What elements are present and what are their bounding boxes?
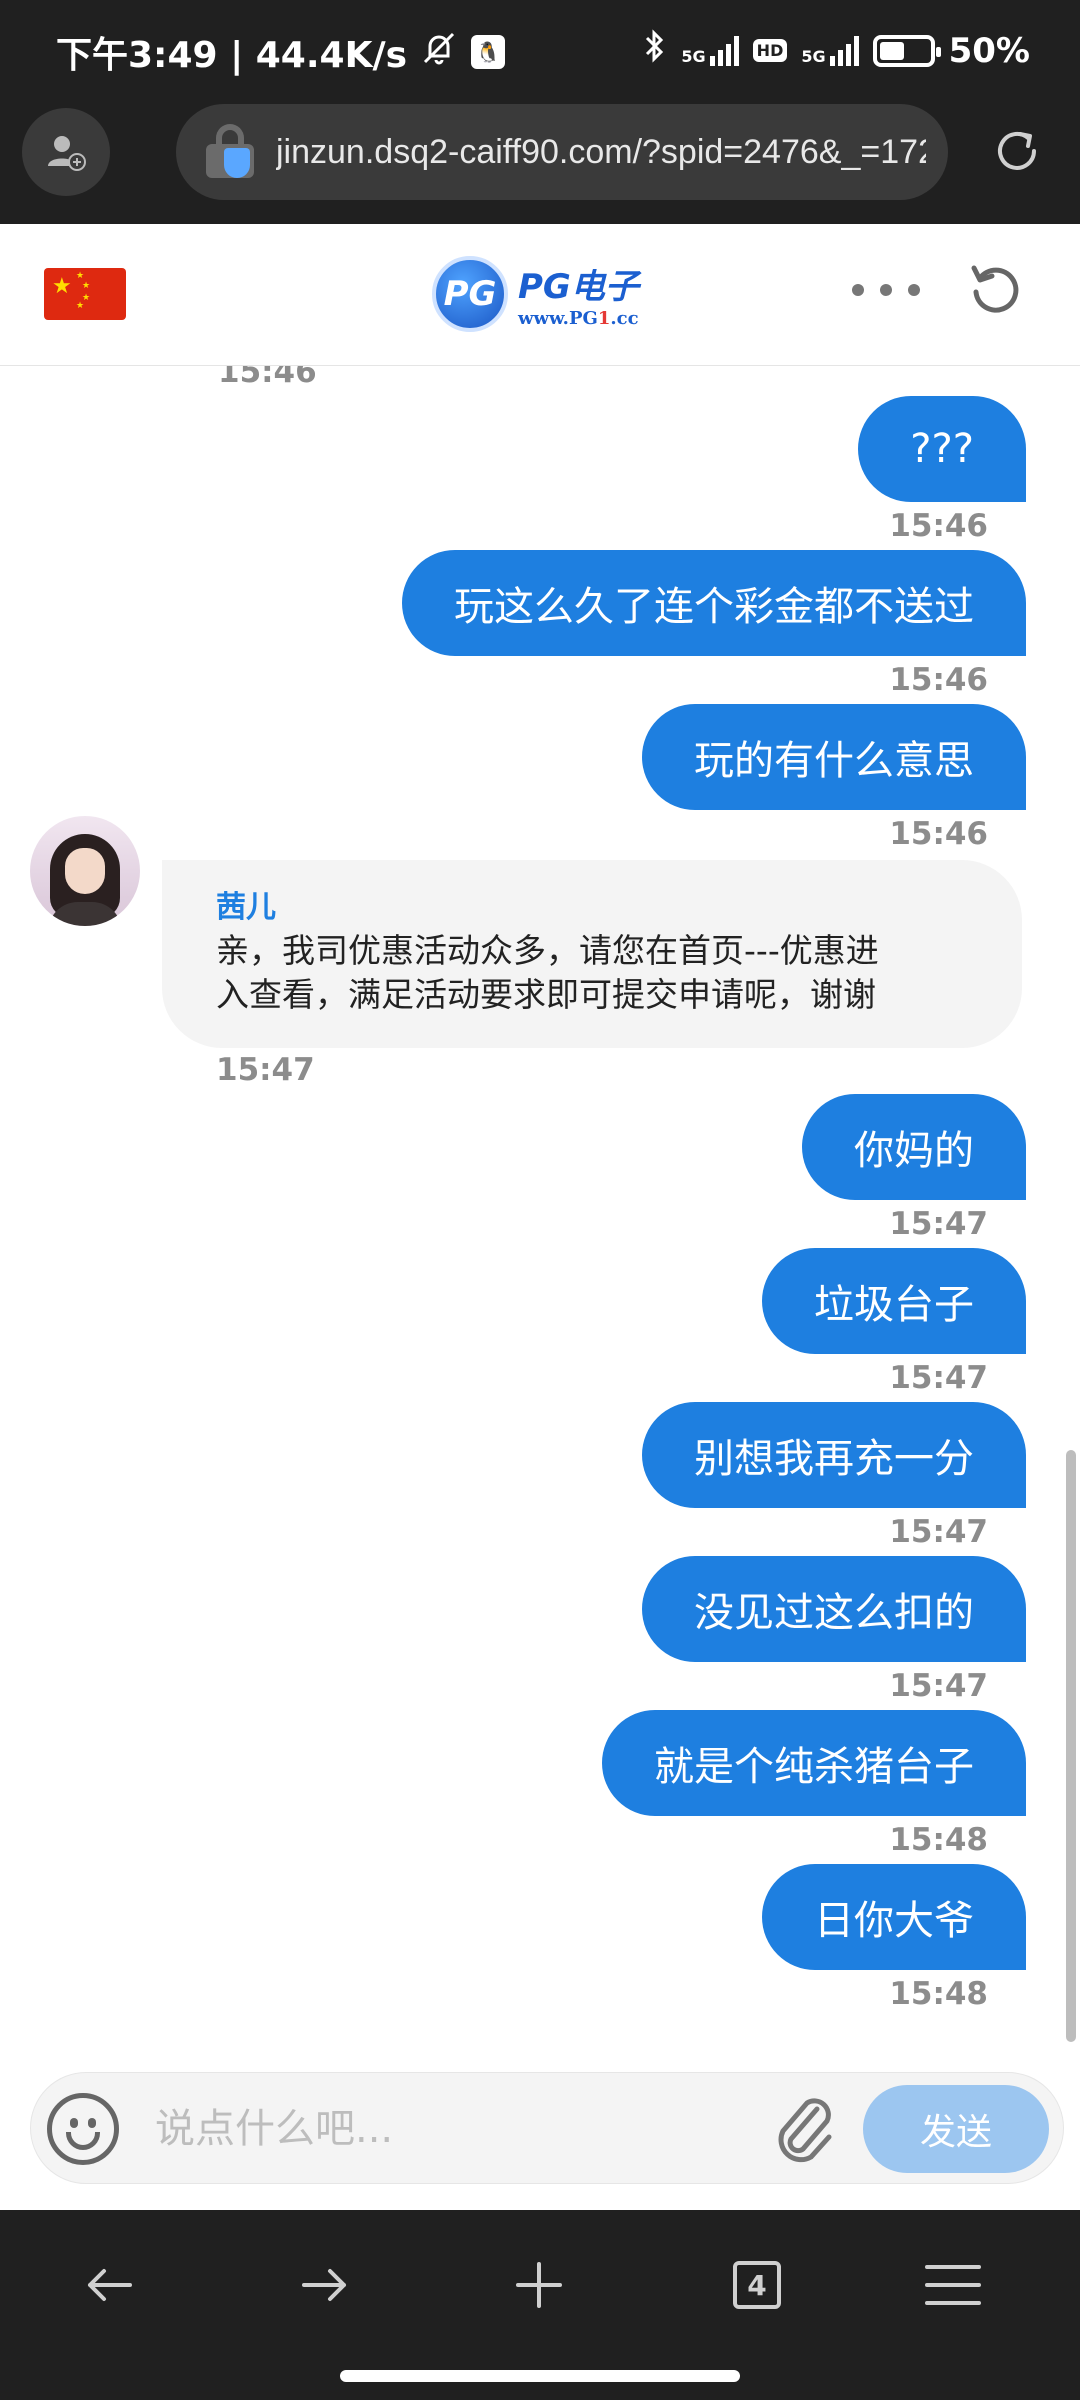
message-time: 15:47 bbox=[889, 1206, 988, 1242]
emoji-icon[interactable] bbox=[47, 2093, 119, 2165]
battery-icon bbox=[872, 34, 941, 67]
agent-name: 茜儿 bbox=[216, 890, 276, 925]
gesture-bar bbox=[0, 2356, 1080, 2400]
chat-message-list[interactable]: 15:46 ??? 15:46 玩这么久了连个彩金都不送过 15:46 玩的有什… bbox=[0, 366, 1080, 2070]
message-time: 15:47 bbox=[889, 1360, 988, 1396]
message-bubble-outgoing[interactable]: 别想我再充一分 bbox=[642, 1402, 1026, 1508]
profile-icon[interactable] bbox=[22, 108, 110, 196]
agent-message-line: 亲，我司优惠活动众多，请您在首页---优惠进 bbox=[216, 931, 879, 970]
paperclip-icon[interactable] bbox=[769, 2091, 841, 2167]
home-indicator[interactable] bbox=[340, 2370, 740, 2382]
message-input[interactable] bbox=[155, 2099, 755, 2159]
agent-avatar[interactable] bbox=[30, 816, 140, 926]
hd-voice-icon: HD bbox=[752, 39, 788, 62]
message-time: 15:46 bbox=[889, 816, 988, 852]
reload-icon[interactable] bbox=[990, 124, 1044, 178]
chat-refresh-icon[interactable] bbox=[966, 260, 1026, 320]
message-bubble-outgoing[interactable]: 就是个纯杀猪台子 bbox=[602, 1710, 1026, 1816]
message-time: 15:46 bbox=[889, 662, 988, 698]
message-time: 15:46 bbox=[218, 366, 317, 390]
message-bubble-outgoing[interactable]: 没见过这么扣的 bbox=[642, 1556, 1026, 1662]
bluetooth-icon bbox=[643, 28, 667, 73]
chat-scrollbar[interactable] bbox=[1066, 1450, 1076, 2042]
message-bubble-outgoing[interactable]: ??? bbox=[858, 396, 1026, 502]
signal-5g-icon: 5G bbox=[681, 35, 739, 66]
status-left: 下午3:49 | 44.4K/s 🐧 bbox=[56, 26, 506, 78]
back-arrow-icon[interactable] bbox=[64, 2240, 154, 2330]
send-button[interactable]: 发送 bbox=[863, 2085, 1049, 2173]
logo-url: www.PG1.cc bbox=[518, 308, 639, 329]
message-time: 15:47 bbox=[889, 1668, 988, 1704]
bell-muted-icon bbox=[421, 30, 457, 75]
message-bubble-outgoing[interactable]: 玩这么久了连个彩金都不送过 bbox=[402, 550, 1026, 656]
message-bubble-outgoing[interactable]: 玩的有什么意思 bbox=[642, 704, 1026, 810]
forward-arrow-icon[interactable] bbox=[280, 2240, 370, 2330]
menu-icon[interactable] bbox=[908, 2240, 998, 2330]
message-time: 15:46 bbox=[889, 508, 988, 544]
logo-title: PG电子 bbox=[518, 267, 639, 307]
url-text[interactable]: jinzun.dsq2-caiff90.com/?spid=2476&_=172 bbox=[276, 133, 926, 172]
composer-pill: 发送 bbox=[30, 2072, 1064, 2184]
message-bubble-outgoing[interactable]: 垃圾台子 bbox=[762, 1248, 1026, 1354]
site-header: ★ ★ ★ ★ ★ PG PG电子 www.PG1.cc bbox=[0, 224, 1080, 366]
message-time: 15:48 bbox=[889, 1976, 988, 2012]
message-time: 15:48 bbox=[889, 1822, 988, 1858]
tab-count: 4 bbox=[733, 2261, 781, 2309]
signal-5g-icon-2: 5G bbox=[801, 35, 859, 66]
message-composer: 发送 bbox=[0, 2070, 1080, 2210]
browser-bottom-nav: 4 bbox=[0, 2210, 1080, 2356]
agent-message-line: 入查看，满足活动要求即可提交申请呢，谢谢 bbox=[216, 975, 876, 1014]
status-time-speed: 下午3:49 | 44.4K/s bbox=[56, 35, 408, 76]
address-bar[interactable]: jinzun.dsq2-caiff90.com/?spid=2476&_=172 bbox=[176, 104, 948, 200]
lock-shield-icon[interactable] bbox=[206, 124, 254, 180]
message-bubble-outgoing[interactable]: 日你大爷 bbox=[762, 1864, 1026, 1970]
status-right: 5G HD 5G 50% bbox=[643, 28, 1030, 73]
browser-toolbar: jinzun.dsq2-caiff90.com/?spid=2476&_=172 bbox=[0, 100, 1080, 224]
tabs-count-button[interactable]: 4 bbox=[712, 2240, 802, 2330]
message-time: 15:47 bbox=[889, 1514, 988, 1550]
more-options-icon[interactable] bbox=[852, 284, 920, 296]
new-tab-plus-icon[interactable] bbox=[494, 2240, 584, 2330]
message-bubble-outgoing[interactable]: 你妈的 bbox=[802, 1094, 1026, 1200]
site-logo: PG PG电子 www.PG1.cc bbox=[432, 256, 639, 332]
china-flag-icon[interactable]: ★ ★ ★ ★ ★ bbox=[44, 268, 126, 320]
pg-logo-badge: PG bbox=[432, 256, 508, 332]
status-bar: 下午3:49 | 44.4K/s 🐧 5G HD 5G 50% bbox=[0, 0, 1080, 100]
qq-app-icon: 🐧 bbox=[471, 35, 506, 69]
battery-percent: 50% bbox=[948, 30, 1030, 71]
message-bubble-incoming[interactable]: 茜儿 亲，我司优惠活动众多，请您在首页---优惠进 入查看，满足活动要求即可提交… bbox=[162, 860, 1022, 1048]
message-time: 15:47 bbox=[216, 1052, 315, 1088]
